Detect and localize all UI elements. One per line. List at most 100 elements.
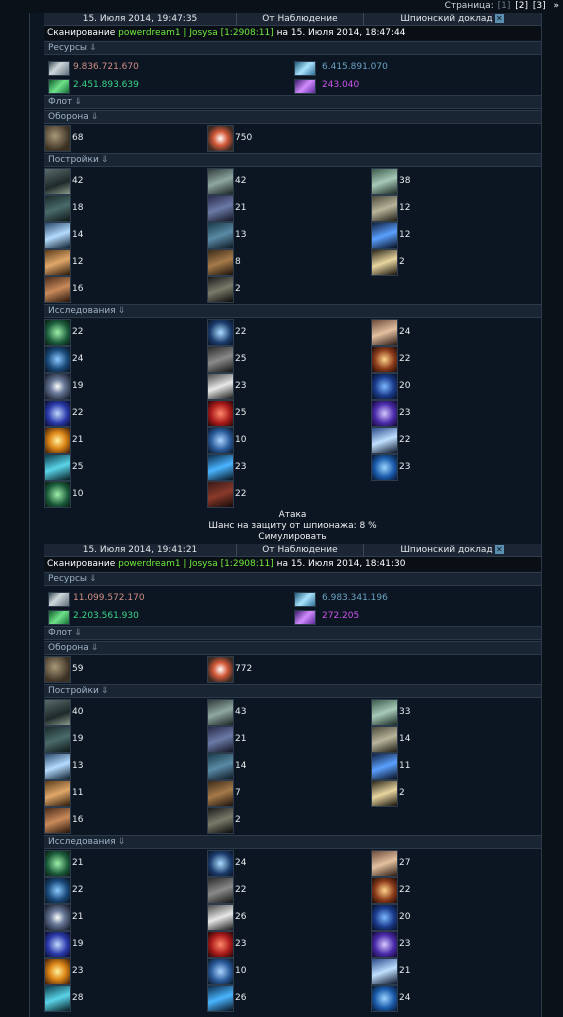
research-level: 22 xyxy=(235,327,247,337)
page-link-1[interactable]: [1] xyxy=(498,1,511,11)
scan-line: Сканирование powerdream1 | Josysa [1:290… xyxy=(44,26,541,40)
section-resources[interactable]: Ресурсы ⇓ xyxy=(44,41,541,55)
research-icon[interactable] xyxy=(371,346,398,373)
research-icon[interactable] xyxy=(371,400,398,427)
research-icon[interactable] xyxy=(44,346,71,373)
research-icon[interactable] xyxy=(207,373,234,400)
buildings-icon[interactable] xyxy=(44,753,71,780)
buildings-icon[interactable] xyxy=(44,699,71,726)
buildings-icon[interactable] xyxy=(371,249,398,276)
buildings-icon[interactable] xyxy=(371,222,398,249)
buildings-icon[interactable] xyxy=(44,195,71,222)
buildings-level: 2 xyxy=(235,284,241,294)
research-icon[interactable] xyxy=(44,850,71,877)
buildings-item: 8 xyxy=(207,249,367,276)
research-icon[interactable] xyxy=(371,427,398,454)
page-link-3[interactable]: [3] xyxy=(533,1,546,11)
research-icon[interactable] xyxy=(207,454,234,481)
next-page-link[interactable]: » xyxy=(553,1,559,11)
research-icon[interactable] xyxy=(44,454,71,481)
buildings-icon[interactable] xyxy=(371,780,398,807)
target-planet-link[interactable]: powerdream1 | Josysa [1:2908:11] xyxy=(118,28,274,38)
research-icon[interactable] xyxy=(207,958,234,985)
section-buildings[interactable]: Постройки ⇓ xyxy=(44,153,541,167)
buildings-icon[interactable] xyxy=(371,195,398,222)
section-research[interactable]: Исследования ⇓ xyxy=(44,835,541,849)
research-icon[interactable] xyxy=(371,373,398,400)
section-fleet[interactable]: Флот ⇓ xyxy=(44,95,541,109)
research-icon[interactable] xyxy=(44,931,71,958)
buildings-icon[interactable] xyxy=(44,807,71,834)
research-icon[interactable] xyxy=(44,877,71,904)
defense-icon[interactable] xyxy=(207,125,234,152)
research-icon[interactable] xyxy=(44,985,71,1012)
research-icon[interactable] xyxy=(44,481,71,508)
buildings-icon[interactable] xyxy=(207,249,234,276)
buildings-icon[interactable] xyxy=(371,753,398,780)
research-icon[interactable] xyxy=(44,958,71,985)
section-buildings[interactable]: Постройки ⇓ xyxy=(44,684,541,698)
research-icon[interactable] xyxy=(371,904,398,931)
buildings-icon[interactable] xyxy=(371,168,398,195)
attack-link[interactable]: Атака xyxy=(44,510,541,521)
research-icon[interactable] xyxy=(207,850,234,877)
research-icon[interactable] xyxy=(207,877,234,904)
research-icon[interactable] xyxy=(371,931,398,958)
research-icon[interactable] xyxy=(371,454,398,481)
simulate-link[interactable]: Симулировать xyxy=(44,532,541,543)
buildings-icon[interactable] xyxy=(207,168,234,195)
buildings-icon[interactable] xyxy=(44,780,71,807)
report-subject[interactable]: Шпионский доклад ✕ xyxy=(364,13,540,25)
research-icon[interactable] xyxy=(44,400,71,427)
research-icon[interactable] xyxy=(207,427,234,454)
research-icon[interactable] xyxy=(207,985,234,1012)
research-icon[interactable] xyxy=(44,904,71,931)
section-resources[interactable]: Ресурсы ⇓ xyxy=(44,572,541,586)
research-icon[interactable] xyxy=(207,931,234,958)
buildings-icon[interactable] xyxy=(207,195,234,222)
research-icon[interactable] xyxy=(44,427,71,454)
section-defense[interactable]: Оборона ⇓ xyxy=(44,110,541,124)
defense-icon[interactable] xyxy=(44,125,71,152)
buildings-icon[interactable] xyxy=(44,276,71,303)
buildings-icon[interactable] xyxy=(207,726,234,753)
research-icon[interactable] xyxy=(207,319,234,346)
buildings-item: 12 xyxy=(371,222,531,249)
research-icon[interactable] xyxy=(371,877,398,904)
buildings-icon[interactable] xyxy=(207,807,234,834)
buildings-icon[interactable] xyxy=(207,222,234,249)
research-item: 22 xyxy=(207,877,367,904)
research-item: 22 xyxy=(207,319,367,346)
buildings-icon[interactable] xyxy=(207,753,234,780)
research-icon[interactable] xyxy=(207,400,234,427)
defense-icon[interactable] xyxy=(207,656,234,683)
research-icon[interactable] xyxy=(207,346,234,373)
buildings-icon[interactable] xyxy=(44,168,71,195)
buildings-icon[interactable] xyxy=(44,222,71,249)
page-link-2[interactable]: [2] xyxy=(515,1,528,11)
buildings-icon[interactable] xyxy=(207,699,234,726)
research-icon[interactable] xyxy=(371,985,398,1012)
research-grid: 21 24 27 22 22 22 21 26 20 19 23 23 23 10 21 28 26 24 xyxy=(44,850,541,1012)
research-icon[interactable] xyxy=(207,481,234,508)
buildings-icon[interactable] xyxy=(44,726,71,753)
research-icon[interactable] xyxy=(371,319,398,346)
research-icon[interactable] xyxy=(371,958,398,985)
report-subject[interactable]: Шпионский доклад ✕ xyxy=(364,544,540,556)
buildings-icon[interactable] xyxy=(207,276,234,303)
buildings-icon[interactable] xyxy=(371,726,398,753)
section-research[interactable]: Исследования ⇓ xyxy=(44,304,541,318)
delete-icon[interactable]: ✕ xyxy=(494,14,504,23)
defense-icon[interactable] xyxy=(44,656,71,683)
buildings-icon[interactable] xyxy=(207,780,234,807)
research-icon[interactable] xyxy=(44,319,71,346)
buildings-icon[interactable] xyxy=(371,699,398,726)
research-icon[interactable] xyxy=(44,373,71,400)
section-fleet[interactable]: Флот ⇓ xyxy=(44,626,541,640)
delete-icon[interactable]: ✕ xyxy=(494,545,504,554)
target-planet-link[interactable]: powerdream1 | Josysa [1:2908:11] xyxy=(118,559,274,569)
research-icon[interactable] xyxy=(207,904,234,931)
buildings-icon[interactable] xyxy=(44,249,71,276)
research-icon[interactable] xyxy=(371,850,398,877)
section-defense[interactable]: Оборона ⇓ xyxy=(44,641,541,655)
